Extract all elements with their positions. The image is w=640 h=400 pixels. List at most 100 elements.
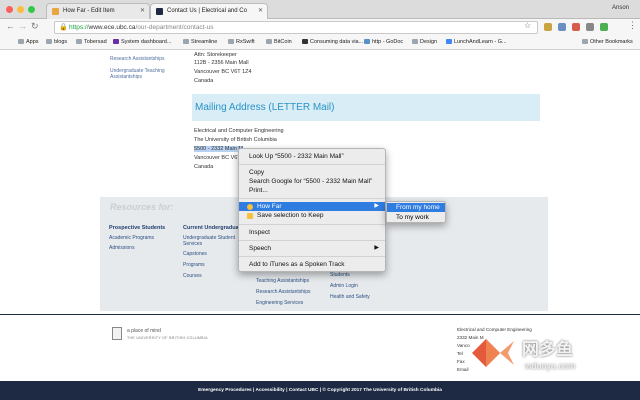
footer-link[interactable]: Courses xyxy=(183,273,202,279)
bookmark-system-dashboard[interactable]: System dashboard... xyxy=(113,39,171,45)
menu-item-speech[interactable]: Speech ▶ xyxy=(239,244,385,253)
footer-link[interactable]: Capstones xyxy=(183,251,207,257)
address-line: Attn: Storekeeper xyxy=(194,52,237,58)
footer-link[interactable]: Teaching Assistantships xyxy=(256,278,309,284)
bookmark-label: Streamline xyxy=(191,39,218,45)
footer-link[interactable]: Admissions xyxy=(109,245,135,251)
footer-link[interactable]: Research Assistantships xyxy=(256,289,310,295)
bookmark-star-icon[interactable]: ☆ xyxy=(524,21,531,30)
page-favicon-icon xyxy=(52,8,59,15)
lock-icon: 🔒 xyxy=(59,24,68,31)
folder-icon xyxy=(76,39,82,44)
bookmark-label: System dashboard... xyxy=(121,39,172,45)
extension-icon[interactable] xyxy=(600,23,608,31)
bookmark-bitcoin[interactable]: BitCoin xyxy=(266,39,292,45)
user-name[interactable]: Anson xyxy=(612,5,629,11)
submenu-item-to-my-work[interactable]: To my work xyxy=(387,213,445,222)
maximize-window-icon[interactable] xyxy=(28,6,35,13)
ubc-crest-icon xyxy=(112,327,122,340)
page-icon xyxy=(302,39,308,44)
menu-icon[interactable]: ⋮ xyxy=(628,20,637,31)
bottom-links[interactable]: Emergency Procedures | Accessibility | C… xyxy=(198,388,442,393)
extension-icon[interactable] xyxy=(558,23,566,31)
tab-label: Contact Us | Electrical and Co xyxy=(167,8,247,14)
bookmark-other[interactable]: Other Bookmarks xyxy=(582,39,633,45)
menu-item-add-to-itunes[interactable]: Add to iTunes as a Spoken Track xyxy=(239,260,385,269)
menu-item-copy[interactable]: Copy xyxy=(239,168,385,177)
sidebar-item-research-assistantships[interactable]: Research Assistantships xyxy=(110,56,164,62)
bookmark-label: BitCoin xyxy=(274,39,292,45)
ubc-favicon-icon xyxy=(156,8,163,15)
footer-link[interactable]: Students xyxy=(330,272,350,278)
bookmark-label: Design xyxy=(420,39,438,45)
watermark-text: 网多鱼 xyxy=(522,340,573,359)
mailing-line: Canada xyxy=(194,164,214,170)
menu-item-label: How Far xyxy=(257,203,282,210)
extension-icon[interactable] xyxy=(586,23,594,31)
bookmark-label: RxSwift xyxy=(236,39,255,45)
extension-icon[interactable] xyxy=(544,23,552,31)
mailing-address-heading: Mailing Address (LETTER Mail) xyxy=(192,94,540,121)
submenu-item-from-my-home[interactable]: From my home xyxy=(387,203,445,212)
bookmark-blogs[interactable]: blogs xyxy=(46,39,67,45)
context-menu: Look Up “5500 - 2332 Main Mall” Copy Sea… xyxy=(238,148,386,272)
address-line: Vancouver BC V6T 1Z4 xyxy=(194,69,252,75)
menu-separator xyxy=(239,256,385,257)
back-icon[interactable]: ← xyxy=(6,21,15,31)
footer-link[interactable]: Admin Login xyxy=(330,283,358,289)
tab-how-far[interactable]: How Far - Edit Item ✕ xyxy=(46,3,150,19)
close-window-icon[interactable] xyxy=(6,6,13,13)
menu-item-inspect[interactable]: Inspect xyxy=(239,228,385,237)
keep-icon xyxy=(247,213,253,219)
mailing-line: Vancouver BC V6T xyxy=(194,155,241,161)
selected-text[interactable]: 5500 - 2332 Main M xyxy=(194,146,243,152)
reload-icon[interactable]: ↻ xyxy=(31,21,39,32)
footer-link[interactable]: Health and Safety xyxy=(330,294,370,300)
close-tab-icon[interactable]: ✕ xyxy=(258,7,263,14)
footer-link[interactable]: Engineering Services xyxy=(256,300,303,306)
current-undergraduate-heading[interactable]: Current Undergraduate xyxy=(183,225,244,231)
menu-item-print[interactable]: Print... xyxy=(239,186,385,195)
address-bar[interactable]: 🔒 https://www.ece.ubc.ca/our-department/… xyxy=(54,21,538,34)
bookmark-consuming-data[interactable]: Consuming data via... xyxy=(302,39,363,45)
extension-icon[interactable] xyxy=(572,23,580,31)
bookmark-rxswift[interactable]: RxSwift xyxy=(228,39,255,45)
folder-icon xyxy=(228,39,234,44)
minimize-window-icon[interactable] xyxy=(17,6,24,13)
ubc-tagline: a place of mind xyxy=(127,328,161,334)
bookmark-label: Other Bookmarks xyxy=(590,39,633,45)
prospective-students-heading[interactable]: Prospective Students xyxy=(109,225,165,231)
contact-line: Email xyxy=(457,367,469,372)
forward-icon[interactable]: → xyxy=(18,21,27,31)
folder-icon xyxy=(183,39,189,44)
bookmark-apps[interactable]: Apps xyxy=(18,39,39,45)
section-title: Mailing Address (LETTER Mail) xyxy=(195,102,335,113)
bookmark-lunchandlearn[interactable]: LunchAndLearn - G... xyxy=(446,39,507,45)
menu-item-how-far[interactable]: How Far ▶ xyxy=(239,202,385,211)
bookmark-godoc[interactable]: http - GoDoc xyxy=(364,39,403,45)
contact-line: Tel xyxy=(457,351,463,356)
resources-title: Resources for: xyxy=(110,202,174,212)
menu-separator xyxy=(239,164,385,165)
sidebar-item-undergraduate-ta[interactable]: Undergraduate Teaching Assistantships xyxy=(110,68,180,80)
bookmark-tobersad[interactable]: Tobersad xyxy=(76,39,107,45)
footer-link[interactable]: Academic Programs xyxy=(109,235,154,241)
close-tab-icon[interactable]: ✕ xyxy=(140,7,145,14)
ubc-name: THE UNIVERSITY OF BRITISH COLUMBIA xyxy=(127,336,208,340)
footer-link[interactable]: Undergraduate Student Services xyxy=(183,235,245,247)
tab-contact-us[interactable]: Contact Us | Electrical and Co ✕ xyxy=(150,3,268,19)
menu-item-look-up[interactable]: Look Up “5500 - 2332 Main Mall” xyxy=(239,152,385,161)
footer-link[interactable]: Programs xyxy=(183,262,205,268)
bookmark-label: blogs xyxy=(54,39,68,45)
menu-item-save-to-keep[interactable]: Save selection to Keep xyxy=(239,211,385,220)
bookmark-design[interactable]: Design xyxy=(412,39,437,45)
how-far-submenu: From my home To my work xyxy=(386,201,446,223)
folder-icon xyxy=(412,39,418,44)
menu-item-search-google[interactable]: Search Google for “5500 - 2332 Main Mall… xyxy=(239,177,385,186)
toolbar: ← → ↻ 🔒 https://www.ece.ubc.ca/our-depar… xyxy=(0,19,640,36)
bookmark-streamline[interactable]: Streamline xyxy=(183,39,217,45)
page-icon xyxy=(446,39,452,44)
bookmark-label: Consuming data via... xyxy=(310,39,364,45)
mailing-line: Electrical and Computer Engineering xyxy=(194,128,284,134)
how-far-extension-icon xyxy=(247,204,253,210)
